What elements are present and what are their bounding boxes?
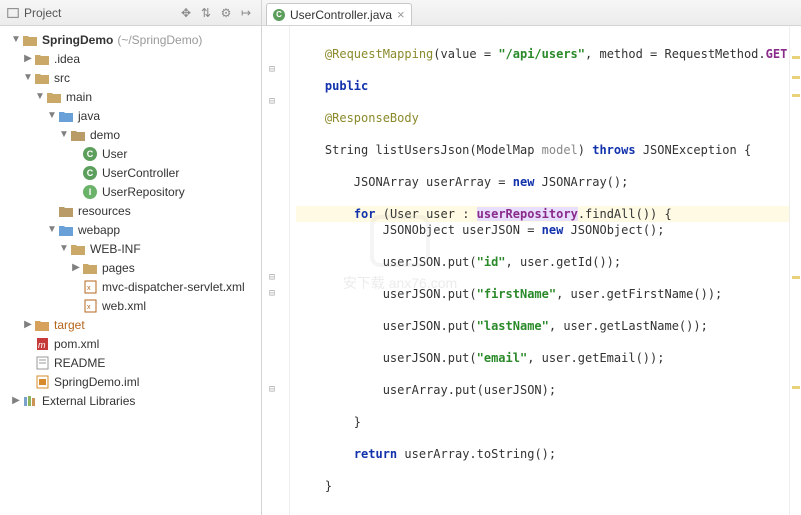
library-icon (23, 395, 37, 407)
tree-web-xml[interactable]: xweb.xml (2, 296, 261, 315)
tree-resources[interactable]: resources (2, 201, 261, 220)
warning-mark[interactable] (792, 94, 800, 97)
tree-usercontroller[interactable]: CUserController (2, 163, 261, 182)
error-stripe[interactable] (789, 26, 801, 515)
text-icon (36, 356, 49, 370)
project-tree[interactable]: ▼SpringDemo(~/SpringDemo) ▶.idea ▼src ▼m… (0, 26, 261, 515)
tree-demo[interactable]: ▼demo (2, 125, 261, 144)
svg-text:x: x (87, 285, 91, 292)
warning-mark[interactable] (792, 76, 800, 79)
gear-icon[interactable]: ⚙ (217, 4, 235, 22)
iml-icon (36, 375, 49, 389)
project-title: Project (24, 6, 61, 20)
tree-idea[interactable]: ▶.idea (2, 49, 261, 68)
svg-text:x: x (87, 304, 91, 311)
warning-mark[interactable] (792, 276, 800, 279)
tree-userrepository[interactable]: IUserRepository (2, 182, 261, 201)
tree-main[interactable]: ▼main (2, 87, 261, 106)
tree-readme[interactable]: README (2, 353, 261, 372)
gutter[interactable]: ⊟ ⊟ ⊟ ⊟ ⊟ (262, 26, 290, 515)
warning-mark[interactable] (792, 386, 800, 389)
fold-icon[interactable]: ⊟ (269, 94, 275, 110)
tab-usercontroller[interactable]: C UserController.java × (266, 3, 412, 25)
tree-target[interactable]: ▶target (2, 315, 261, 334)
class-icon: C (83, 147, 97, 161)
svg-text:m: m (38, 340, 46, 350)
tree-iml[interactable]: SpringDemo.iml (2, 372, 261, 391)
tree-src[interactable]: ▼src (2, 68, 261, 87)
class-icon: C (273, 9, 285, 21)
project-tool-header[interactable]: Project ✥ ⇅ ⚙ ↦ (0, 0, 261, 26)
xml-icon: x (84, 280, 97, 294)
tree-mvc-xml[interactable]: xmvc-dispatcher-servlet.xml (2, 277, 261, 296)
fold-icon[interactable]: ⊟ (269, 270, 275, 286)
split-icon[interactable]: ⇅ (197, 4, 215, 22)
tree-user[interactable]: CUser (2, 144, 261, 163)
maven-icon: m (36, 337, 49, 351)
tree-external[interactable]: ▶External Libraries (2, 391, 261, 410)
code-content[interactable]: @RequestMapping(value = "/api/users", me… (290, 26, 789, 515)
fold-icon[interactable]: ⊟ (269, 382, 275, 398)
tree-pages[interactable]: ▶pages (2, 258, 261, 277)
code-editor[interactable]: ⊟ ⊟ ⊟ ⊟ ⊟ @RequestMapping(value = "/api/… (262, 26, 801, 515)
interface-icon: I (83, 185, 97, 199)
tree-pom[interactable]: mpom.xml (2, 334, 261, 353)
tree-webapp[interactable]: ▼webapp (2, 220, 261, 239)
tree-java[interactable]: ▼java (2, 106, 261, 125)
class-icon: C (83, 166, 97, 180)
collapse-icon[interactable]: ↦ (237, 4, 255, 22)
warning-mark[interactable] (792, 56, 800, 59)
project-icon (6, 6, 20, 20)
fold-icon[interactable]: ⊟ (269, 62, 275, 78)
close-icon[interactable]: × (397, 7, 405, 22)
fold-icon[interactable]: ⊟ (269, 286, 275, 302)
tab-label: UserController.java (290, 8, 392, 22)
locate-icon[interactable]: ✥ (177, 4, 195, 22)
tree-webinf[interactable]: ▼WEB-INF (2, 239, 261, 258)
tree-root[interactable]: ▼SpringDemo(~/SpringDemo) (2, 30, 261, 49)
xml-icon: x (84, 299, 97, 313)
